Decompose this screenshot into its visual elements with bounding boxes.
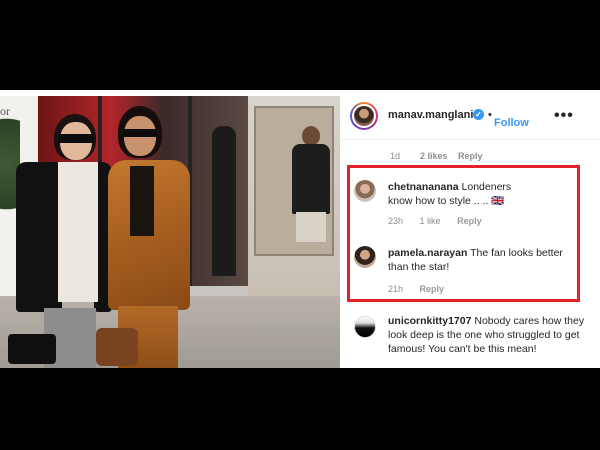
bystander-legs [296,212,326,242]
more-options-icon[interactable]: ••• [554,107,574,125]
previous-comment-meta: 1d [390,151,400,161]
reply-button[interactable]: Reply [458,151,483,161]
shop-sign: or [0,104,10,118]
letterbox-bottom [0,368,600,450]
header-separator: • [488,109,492,121]
comment-item: unicornkitty1707 Nobody cares how they l… [340,310,600,368]
bystander-body [292,144,330,214]
follow-button[interactable]: Follow [494,117,529,129]
background-person [212,126,236,276]
post-photo[interactable]: or [0,96,340,368]
letterbox-top [0,0,600,90]
woman-left-top [58,162,98,302]
account-avatar[interactable] [350,102,378,130]
commenter-handle[interactable]: unicornkitty1707 [388,315,471,327]
post-header: manav.manglani ✓ • Follow ••• [340,90,600,140]
highlight-annotation-box [347,165,580,302]
verified-badge-icon: ✓ [473,109,484,120]
woman-left-handbag [8,334,56,364]
woman-right-top [130,166,154,236]
comment-likes[interactable]: 2 likes [420,151,448,161]
commenter-avatar[interactable] [354,316,376,338]
woman-right-handbag [96,328,138,366]
woman-left-coat [16,162,62,312]
account-username[interactable]: manav.manglani [388,109,473,121]
woman-right-sunglasses [122,129,158,137]
comment-age: 1d [390,151,401,161]
woman-left-sunglasses [58,134,94,143]
bystander-head [302,126,320,146]
